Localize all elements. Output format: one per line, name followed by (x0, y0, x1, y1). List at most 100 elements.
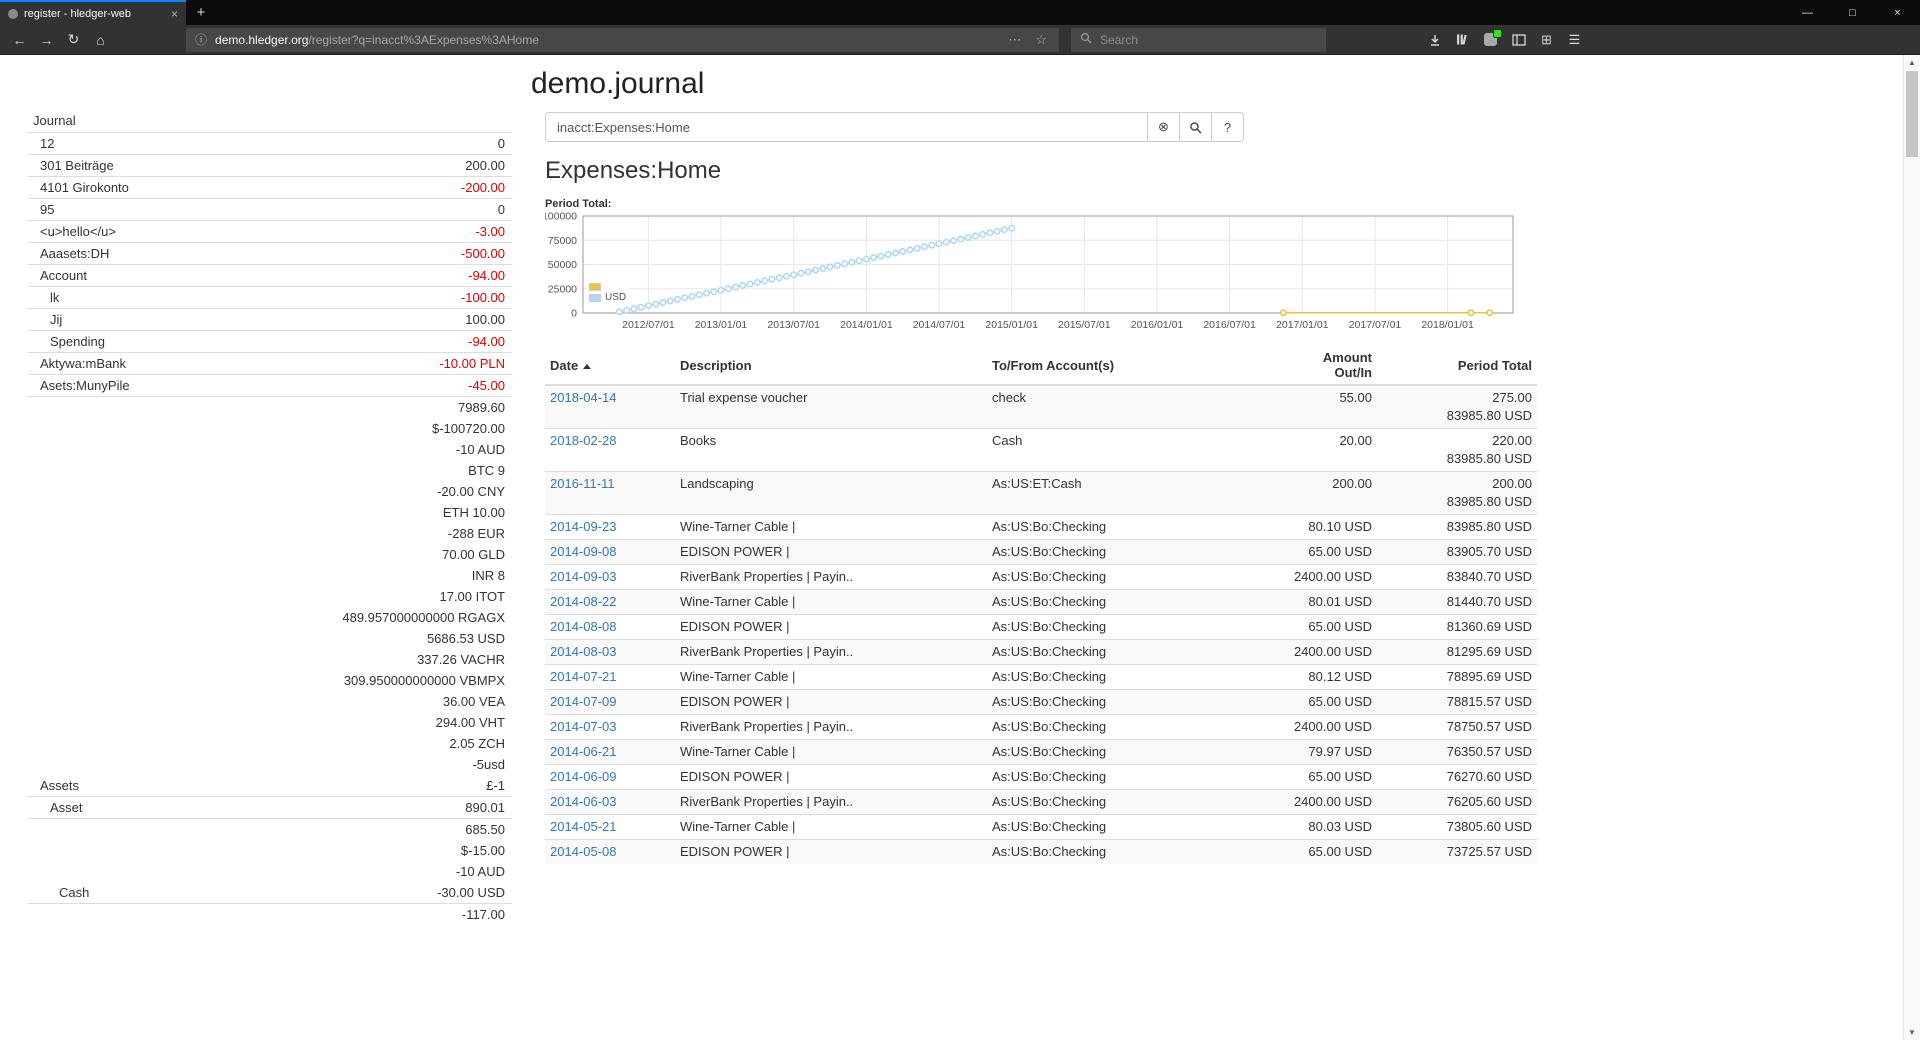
column-header-to-from-account-s-[interactable]: To/From Account(s) (987, 346, 1287, 385)
date-link[interactable]: 2014-08-08 (550, 619, 617, 634)
date-link[interactable]: 2018-04-14 (550, 390, 617, 405)
reload-button[interactable]: ↻ (60, 28, 87, 52)
bookmark-star-icon[interactable]: ☆ (1032, 32, 1050, 48)
account-cell[interactable]: check (987, 385, 1287, 429)
account-cell[interactable]: As:US:Bo:Checking (987, 790, 1287, 815)
account-link[interactable]: Asset (28, 797, 465, 818)
minimize-button[interactable]: — (1785, 0, 1830, 25)
account-link[interactable]: Asets:MunyPile (28, 375, 468, 396)
submit-search-button[interactable] (1180, 112, 1212, 142)
account-cell[interactable]: As:US:Bo:Checking (987, 690, 1287, 715)
scroll-down-icon[interactable]: ▼ (1904, 1025, 1920, 1040)
date-link[interactable]: 2014-06-21 (550, 744, 617, 759)
account-link[interactable]: Aaasets:DH (28, 243, 461, 264)
tab-close-icon[interactable]: × (171, 8, 178, 20)
date-link[interactable]: 2014-06-03 (550, 794, 617, 809)
column-header-amount-out-in[interactable]: Amount Out/In (1287, 346, 1377, 385)
date-link[interactable]: 2014-07-09 (550, 694, 617, 709)
account-cell[interactable]: Cash (987, 429, 1287, 472)
account-cell[interactable]: As:US:Bo:Checking (987, 765, 1287, 790)
account-link[interactable]: 12 (28, 133, 498, 154)
account-link[interactable]: 95 (28, 199, 498, 220)
register-row: 2014-05-21Wine-Tarner Cable |As:US:Bo:Ch… (545, 815, 1537, 840)
date-link[interactable]: 2014-08-22 (550, 594, 617, 609)
column-header-period-total[interactable]: Period Total (1377, 346, 1537, 385)
account-link[interactable]: Spending (28, 331, 468, 352)
date-link[interactable]: 2014-08-03 (550, 644, 617, 659)
back-button[interactable]: ← (6, 28, 33, 52)
browser-tab[interactable]: register - hledger-web × (0, 0, 186, 25)
account-cell[interactable]: As:US:Bo:Checking (987, 590, 1287, 615)
account-cell[interactable]: As:US:Bo:Checking (987, 615, 1287, 640)
account-balance: -20.00 CNY (437, 481, 512, 502)
scroll-up-icon[interactable]: ▲ (1904, 55, 1920, 70)
date-link[interactable]: 2014-07-21 (550, 669, 617, 684)
account-cell[interactable]: As:US:Bo:Checking (987, 815, 1287, 840)
sidebar-account-row: <u>hello</u>-3.00 (28, 220, 512, 242)
extension-icon[interactable] (1477, 28, 1504, 52)
period-total-cell: 220.0083985.80 USD (1377, 429, 1537, 472)
account-link[interactable]: Assets (28, 775, 486, 796)
account-cell[interactable]: As:US:Bo:Checking (987, 515, 1287, 540)
query-input[interactable] (545, 112, 1148, 142)
date-link[interactable]: 2014-05-08 (550, 844, 617, 859)
account-cell[interactable]: As:US:Bo:Checking (987, 715, 1287, 740)
account-cell[interactable]: As:US:Bo:Checking (987, 840, 1287, 865)
site-info-icon[interactable]: ⓘ (195, 31, 207, 48)
date-link[interactable]: 2014-09-23 (550, 519, 617, 534)
account-cell[interactable]: As:US:Bo:Checking (987, 565, 1287, 590)
account-cell[interactable]: As:US:Bo:Checking (987, 640, 1287, 665)
account-link[interactable]: 4101 Girokonto (28, 177, 461, 198)
account-link (28, 861, 456, 882)
sidebars-icon[interactable] (1505, 28, 1532, 52)
column-header-description[interactable]: Description (675, 346, 987, 385)
period-total-cell: 73725.57 USD (1377, 840, 1537, 865)
page-actions-icon[interactable]: ⋯ (1005, 32, 1024, 48)
new-tab-button[interactable]: + (186, 0, 216, 25)
account-link[interactable]: Account (28, 265, 468, 286)
sidebar-account-row: Asset890.01 (28, 796, 512, 818)
account-link[interactable]: lk (28, 287, 461, 308)
account-cell[interactable]: As:US:Bo:Checking (987, 540, 1287, 565)
sidebar-account-row: Jij100.00 (28, 308, 512, 330)
description-cell: EDISON POWER | (675, 615, 987, 640)
page-scrollbar[interactable]: ▲ ▼ (1903, 55, 1920, 1040)
account-cell[interactable]: As:US:Bo:Checking (987, 740, 1287, 765)
url-bar[interactable]: ⓘ demo.hledger.org/register?q=inacct%3AE… (186, 28, 1059, 52)
page-favicon-icon (8, 9, 18, 19)
account-cell[interactable]: As:US:ET:Cash (987, 472, 1287, 515)
date-link[interactable]: 2014-09-03 (550, 569, 617, 584)
close-button[interactable]: × (1875, 0, 1920, 25)
register-row: 2014-09-23Wine-Tarner Cable |As:US:Bo:Ch… (545, 515, 1537, 540)
svg-text:2015/01/01: 2015/01/01 (985, 319, 1038, 331)
account-link[interactable]: Jij (28, 309, 465, 330)
amount-cell: 79.97 USD (1287, 740, 1377, 765)
restore-button[interactable]: □ (1830, 0, 1875, 25)
forward-button[interactable]: → (33, 28, 60, 52)
menu-icon[interactable]: ☰ (1561, 28, 1588, 52)
account-link (28, 460, 468, 481)
account-link[interactable]: Cash (28, 882, 437, 903)
library-icon[interactable] (1449, 28, 1476, 52)
date-link[interactable]: 2014-07-03 (550, 719, 617, 734)
date-link[interactable]: 2016-11-11 (550, 476, 615, 491)
grid-icon[interactable]: ⊞ (1533, 28, 1560, 52)
account-balance: 100.00 (465, 309, 512, 330)
home-button[interactable]: ⌂ (87, 28, 114, 52)
date-link[interactable]: 2014-09-08 (550, 544, 617, 559)
date-link[interactable]: 2014-06-09 (550, 769, 617, 784)
date-link[interactable]: 2014-05-21 (550, 819, 617, 834)
date-link[interactable]: 2018-02-28 (550, 433, 617, 448)
account-link[interactable]: 301 Beiträge (28, 155, 465, 176)
account-link[interactable]: <u>hello</u> (28, 221, 475, 242)
column-header-date[interactable]: Date (545, 346, 675, 385)
help-button[interactable]: ? (1212, 112, 1244, 142)
downloads-icon[interactable] (1421, 28, 1448, 52)
account-cell[interactable]: As:US:Bo:Checking (987, 665, 1287, 690)
clear-query-button[interactable]: ⊗ (1148, 112, 1180, 142)
account-link[interactable]: Aktywa:mBank (28, 353, 439, 374)
journal-link[interactable]: Journal (28, 110, 512, 132)
amount-cell: 65.00 USD (1287, 690, 1377, 715)
browser-search-bar[interactable]: Search (1071, 28, 1326, 52)
scrollbar-thumb[interactable] (1906, 71, 1918, 157)
